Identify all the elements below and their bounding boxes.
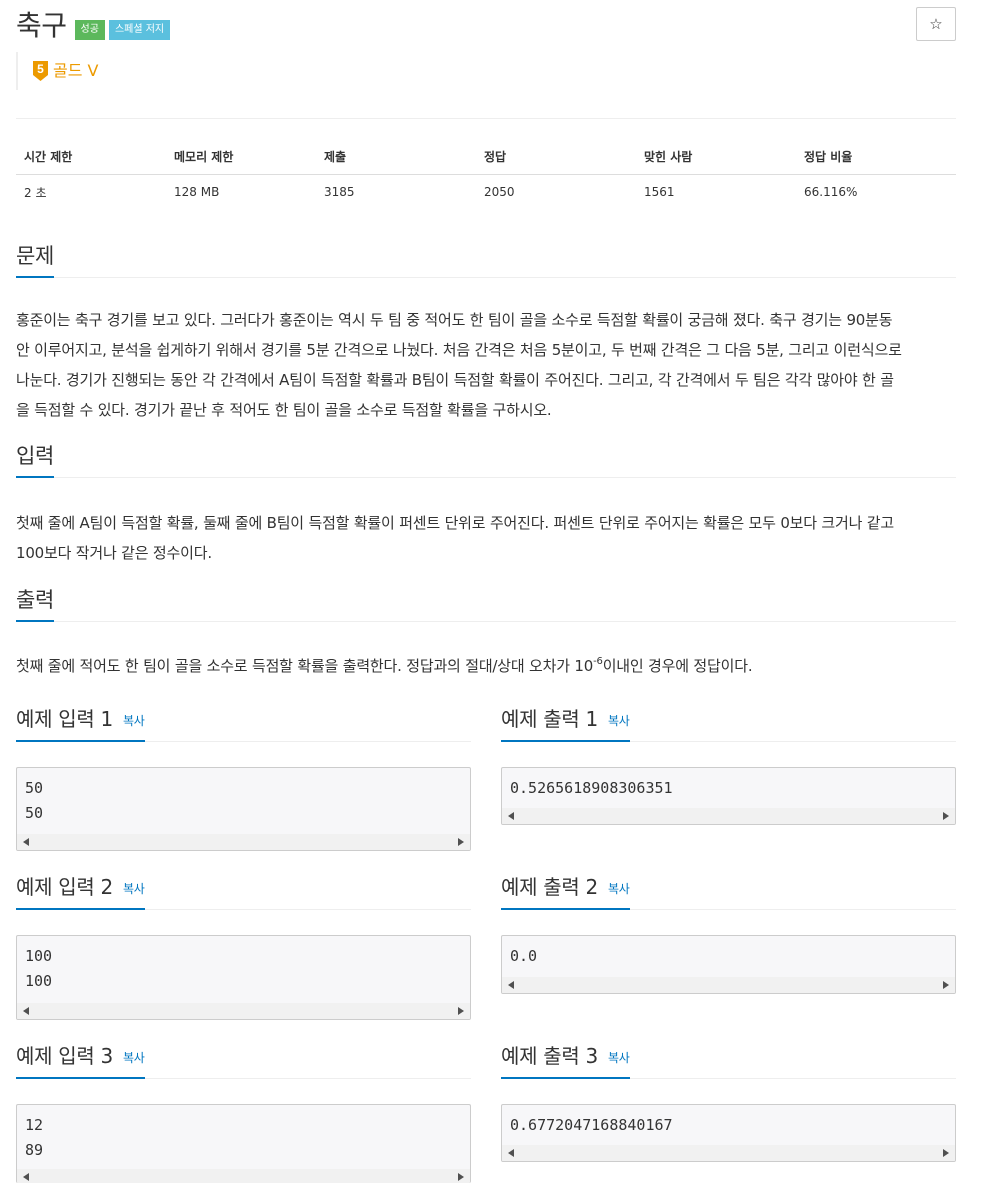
input-line: 100보다 작거나 같은 정수이다. — [16, 544, 212, 562]
sample-output-3-heading: 예제 출력 3 복사 — [501, 1041, 630, 1079]
sample-input-2-title: 예제 입력 2 — [16, 875, 113, 899]
header-divider — [16, 118, 956, 119]
tier-label[interactable]: 골드 V — [53, 61, 98, 81]
info-header-solvers: 맞힌 사람 — [636, 140, 796, 175]
success-badge: 성공 — [74, 20, 105, 40]
favorite-star-button[interactable]: ☆ — [916, 7, 956, 41]
output-text-before: 첫째 줄에 적어도 한 팀이 골을 소수로 득점할 확률을 출력한다. 정답과의… — [16, 657, 594, 675]
scroll-left-icon[interactable] — [23, 838, 29, 846]
sample-input-2-header: 예제 입력 2 복사 — [16, 872, 471, 910]
info-ratio: 66.116% — [804, 185, 858, 200]
output-exponent: -6 — [593, 656, 603, 667]
copy-button[interactable]: 복사 — [608, 1051, 630, 1065]
copy-button[interactable]: 복사 — [608, 714, 630, 728]
info-header-row: 시간 제한 메모리 제한 제출 정답 맞힌 사람 정답 비율 — [16, 140, 956, 175]
scroll-right-icon[interactable] — [943, 812, 949, 820]
sample-input-3-text: 12 89 — [25, 1116, 44, 1159]
copy-button[interactable]: 복사 — [608, 882, 630, 896]
info-memory-limit: 128 MB — [174, 185, 220, 200]
problem-line: 홍준이는 축구 경기를 보고 있다. 그러다가 홍준이는 역시 두 팀 중 적어… — [16, 311, 893, 329]
copy-button[interactable]: 복사 — [123, 1051, 145, 1065]
info-header-ratio: 정답 비율 — [796, 140, 956, 175]
sample-input-2-text: 100 100 — [25, 947, 53, 990]
star-icon: ☆ — [929, 15, 943, 33]
scroll-left-icon[interactable] — [508, 981, 514, 989]
sample-input-1-text: 50 50 — [25, 779, 44, 822]
copy-button[interactable]: 복사 — [123, 882, 145, 896]
info-value-row: 2 초 128 MB 3185 2050 1561 66.116% — [16, 174, 956, 210]
scroll-right-icon[interactable] — [458, 1007, 464, 1015]
sample-input-2-heading: 예제 입력 2 복사 — [16, 872, 145, 910]
sample-output-3-box[interactable]: 0.6772047168840167 — [501, 1104, 956, 1162]
problem-info-table: 시간 제한 메모리 제한 제출 정답 맞힌 사람 정답 비율 2 초 128 M… — [16, 140, 956, 210]
info-header-submissions: 제출 — [316, 140, 476, 175]
scroll-right-icon[interactable] — [943, 981, 949, 989]
horizontal-scrollbar[interactable] — [502, 977, 955, 993]
scroll-left-icon[interactable] — [508, 1149, 514, 1157]
sample-output-1-title: 예제 출력 1 — [501, 707, 598, 731]
problem-line: 나눈다. 경기가 진행되는 동안 각 간격에서 A팀이 득점할 확률과 B팀이 … — [16, 371, 894, 389]
sample-input-3-header: 예제 입력 3 복사 — [16, 1041, 471, 1079]
sample-output-2-text: 0.0 — [510, 947, 538, 965]
problem-title: 축구 — [16, 9, 67, 42]
info-solvers: 1561 — [644, 185, 675, 200]
sample-output-3-title: 예제 출력 3 — [501, 1044, 598, 1068]
output-section-header: 출력 — [16, 585, 956, 622]
gold-tier-icon: 5 — [32, 60, 49, 82]
sample-output-2-header: 예제 출력 2 복사 — [501, 872, 956, 910]
input-line: 첫째 줄에 A팀이 득점할 확률, 둘째 줄에 B팀이 득점할 확률이 퍼센트 … — [16, 514, 894, 532]
copy-button[interactable]: 복사 — [123, 714, 145, 728]
sample-output-3-header: 예제 출력 3 복사 — [501, 1041, 956, 1079]
horizontal-scrollbar[interactable] — [17, 834, 470, 850]
info-header-memory: 메모리 제한 — [166, 140, 316, 175]
info-time-limit: 2 초 — [24, 185, 47, 200]
info-header-time: 시간 제한 — [16, 140, 166, 175]
input-section-header: 입력 — [16, 441, 956, 478]
sample-output-3-text: 0.6772047168840167 — [510, 1116, 673, 1134]
sample-input-1-header: 예제 입력 1 복사 — [16, 704, 471, 742]
scroll-left-icon[interactable] — [23, 1007, 29, 1015]
scroll-right-icon[interactable] — [458, 1173, 464, 1181]
horizontal-scrollbar[interactable] — [502, 808, 955, 824]
output-text-after: 이내인 경우에 정답이다. — [602, 657, 753, 675]
sample-output-1-heading: 예제 출력 1 복사 — [501, 704, 630, 742]
horizontal-scrollbar[interactable] — [17, 1169, 470, 1183]
scroll-right-icon[interactable] — [458, 838, 464, 846]
sample-output-2-heading: 예제 출력 2 복사 — [501, 872, 630, 910]
sample-output-2-title: 예제 출력 2 — [501, 875, 598, 899]
info-submissions: 3185 — [324, 185, 355, 200]
scroll-right-icon[interactable] — [943, 1149, 949, 1157]
sample-output-1-box[interactable]: 0.5265618908306351 — [501, 767, 956, 825]
sample-output-2-box[interactable]: 0.0 — [501, 935, 956, 994]
info-accepted: 2050 — [484, 185, 515, 200]
sample-input-1-title: 예제 입력 1 — [16, 707, 113, 731]
input-section-title: 입력 — [16, 441, 54, 478]
problem-description: 홍준이는 축구 경기를 보고 있다. 그러다가 홍준이는 역시 두 팀 중 적어… — [16, 305, 956, 425]
problem-section-header: 문제 — [16, 241, 956, 278]
scroll-left-icon[interactable] — [508, 812, 514, 820]
sample-output-1-text: 0.5265618908306351 — [510, 779, 673, 797]
input-description: 첫째 줄에 A팀이 득점할 확률, 둘째 줄에 B팀이 득점할 확률이 퍼센트 … — [16, 508, 956, 568]
sample-input-3-heading: 예제 입력 3 복사 — [16, 1041, 145, 1079]
problem-header: 축구 성공 스페셜 저지 — [16, 8, 171, 44]
problem-line: 안 이루어지고, 분석을 쉽게하기 위해서 경기를 5분 간격으로 나눴다. 처… — [16, 341, 902, 359]
problem-line: 을 득점할 수 있다. 경기가 끝난 후 적어도 한 팀이 골을 소수로 득점할… — [16, 401, 552, 419]
info-header-accepted: 정답 — [476, 140, 636, 175]
output-section-title: 출력 — [16, 585, 54, 622]
special-judge-badge: 스페셜 저지 — [108, 20, 171, 40]
sample-input-1-heading: 예제 입력 1 복사 — [16, 704, 145, 742]
output-description: 첫째 줄에 적어도 한 팀이 골을 소수로 득점할 확률을 출력한다. 정답과의… — [16, 651, 956, 681]
horizontal-scrollbar[interactable] — [17, 1003, 470, 1019]
sample-input-2-box[interactable]: 100 100 — [16, 935, 471, 1020]
problem-section-title: 문제 — [16, 241, 54, 278]
scroll-left-icon[interactable] — [23, 1173, 29, 1181]
sample-input-3-box[interactable]: 12 89 — [16, 1104, 471, 1183]
sample-output-1-header: 예제 출력 1 복사 — [501, 704, 956, 742]
sample-input-1-box[interactable]: 50 50 — [16, 767, 471, 851]
horizontal-scrollbar[interactable] — [502, 1145, 955, 1161]
tier-block: 5 골드 V — [16, 52, 98, 90]
sample-input-3-title: 예제 입력 3 — [16, 1044, 113, 1068]
tier-number: 5 — [37, 62, 44, 76]
